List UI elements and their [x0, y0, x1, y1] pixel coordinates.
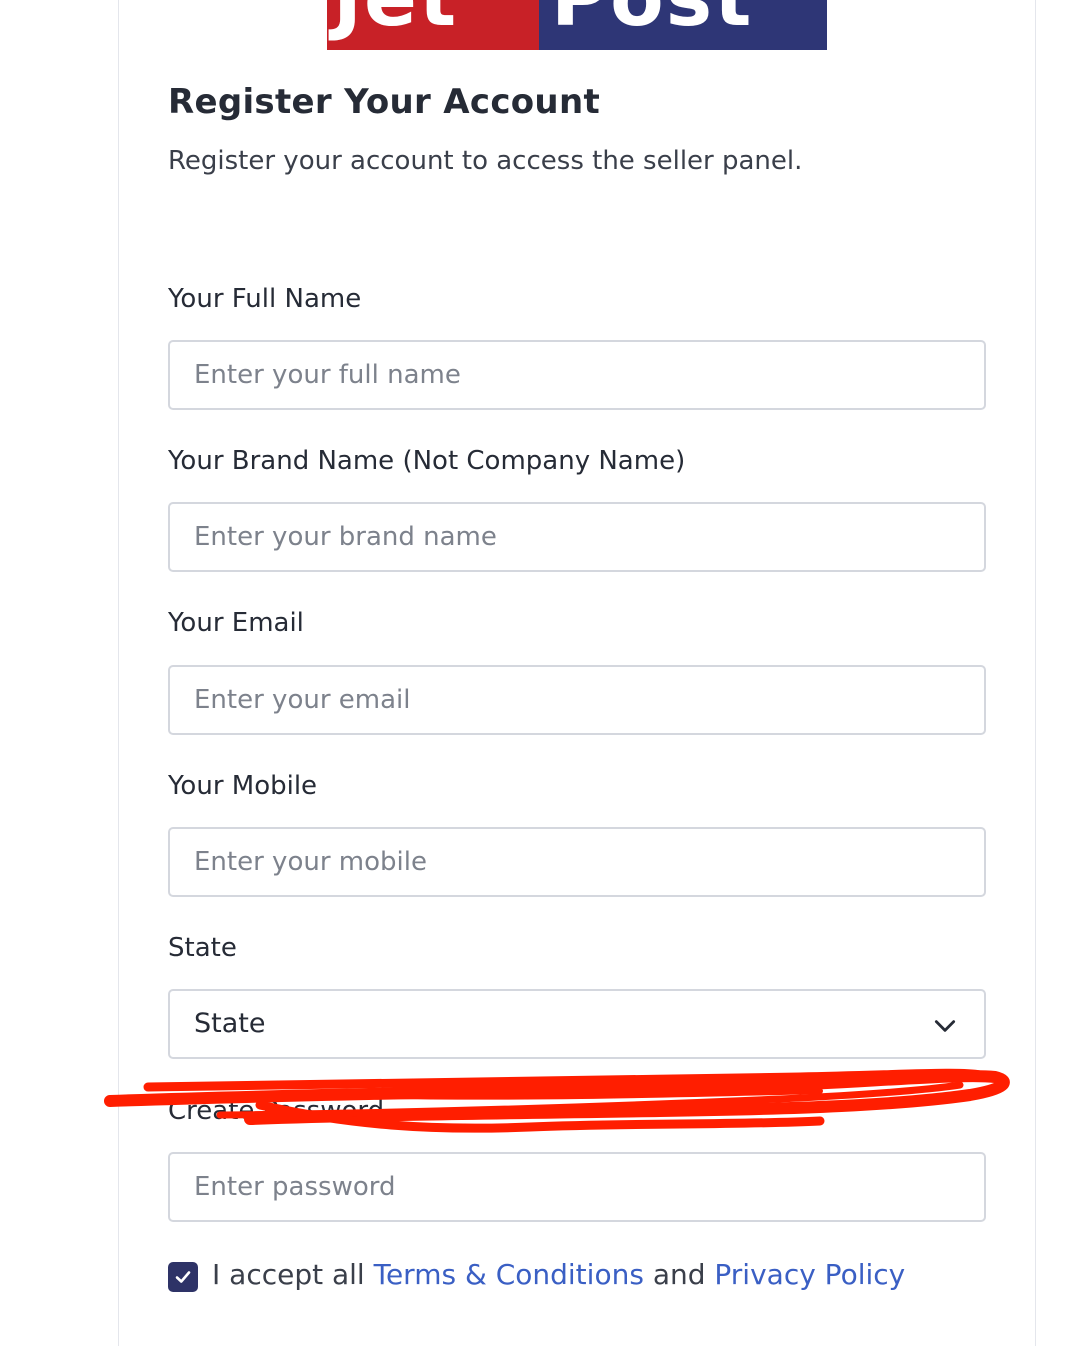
- mobile-label: Your Mobile: [168, 771, 318, 801]
- brand-name-input[interactable]: [170, 504, 984, 570]
- full-name-field-wrapper: [168, 340, 986, 410]
- full-name-label: Your Full Name: [168, 284, 362, 314]
- brand-logo: Jet Post: [327, 0, 827, 50]
- terms-conditions-link[interactable]: Terms & Conditions: [374, 1258, 644, 1291]
- brand-name-field-wrapper: [168, 502, 986, 572]
- password-label: Create Password: [168, 1096, 385, 1126]
- logo-text-right: Post: [551, 0, 753, 44]
- logo-text-left: Jet: [333, 0, 458, 44]
- state-label: State: [168, 933, 237, 963]
- mobile-input[interactable]: [170, 829, 984, 895]
- state-selected-value: State: [194, 1008, 266, 1039]
- brand-name-label: Your Brand Name (Not Company Name): [168, 446, 686, 476]
- privacy-policy-link[interactable]: Privacy Policy: [714, 1258, 905, 1291]
- chevron-down-icon: [934, 1020, 956, 1032]
- password-field-wrapper: [168, 1152, 986, 1222]
- page-subtitle: Register your account to access the sell…: [168, 146, 803, 176]
- full-name-input[interactable]: [170, 342, 984, 408]
- password-input[interactable]: [170, 1154, 984, 1220]
- terms-text: I accept all Terms & Conditions and Priv…: [212, 1258, 905, 1291]
- email-field-wrapper: [168, 665, 986, 735]
- email-input[interactable]: [170, 667, 984, 733]
- page: Jet Post Register Your Account Register …: [0, 0, 1090, 1346]
- page-title: Register Your Account: [168, 82, 600, 122]
- state-select[interactable]: State: [168, 989, 986, 1059]
- terms-joiner: and: [652, 1258, 706, 1291]
- checkmark-icon: [175, 1271, 191, 1283]
- terms-checkbox[interactable]: [168, 1262, 198, 1292]
- email-label: Your Email: [168, 608, 304, 638]
- terms-prefix: I accept all: [212, 1258, 365, 1291]
- mobile-field-wrapper: [168, 827, 986, 897]
